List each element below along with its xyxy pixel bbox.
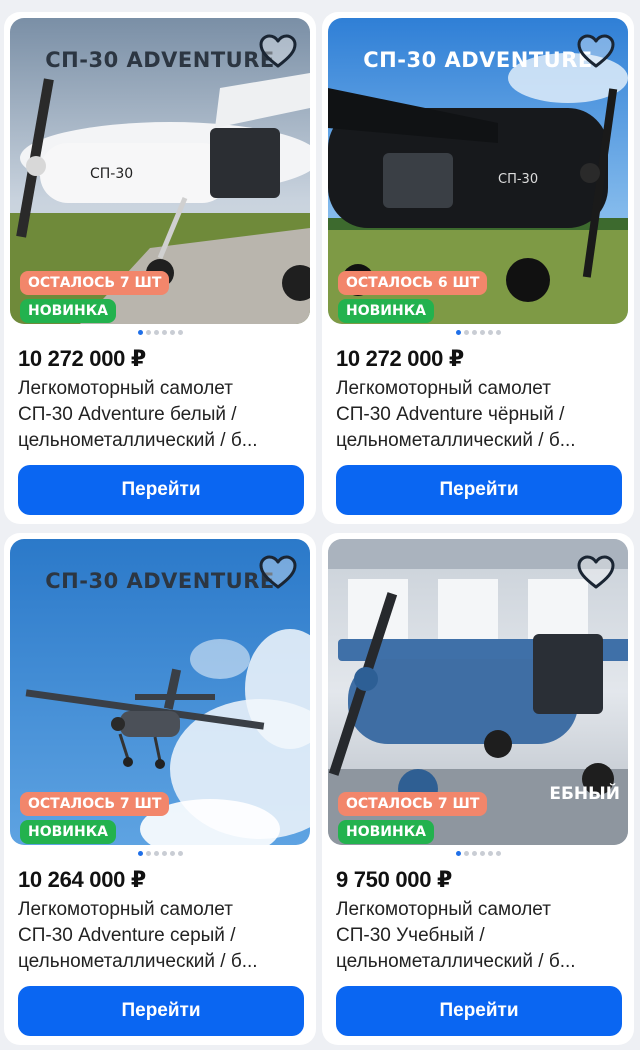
go-button[interactable]: Перейти: [336, 465, 622, 515]
svg-text:СП-30: СП-30: [498, 172, 538, 187]
carousel-dot: [177, 330, 183, 335]
carousel-dot: [463, 851, 469, 856]
go-button[interactable]: Перейти: [18, 986, 304, 1036]
stock-badge: ОСТАЛОСЬ 6 ШТ: [338, 271, 488, 295]
product-photo[interactable]: ЕБНЫЙ ОСТАЛОСЬ 7 ШТ НОВИНКА: [328, 539, 628, 845]
product-card[interactable]: СП-30 СП-30 ADVENTURE ОСТАЛОСЬ 7 ШТ НОВИ…: [4, 12, 316, 524]
product-title[interactable]: Легкомоторный самолет СП-30 Adventure се…: [18, 897, 308, 975]
heart-outline-icon: [577, 34, 615, 68]
product-title[interactable]: Легкомоторный самолет СП-30 Adventure чё…: [336, 376, 626, 454]
carousel-dot: [161, 851, 167, 856]
carousel-dot-active: [455, 330, 461, 335]
product-title-line: СП-30 Adventure чёрный /: [336, 404, 565, 425]
product-card[interactable]: СП-30 СП-30 ADVENTURE ОСТАЛОСЬ 6 ШТ НОВИ…: [322, 12, 634, 524]
product-title-line: Легкомоторный самолет: [18, 899, 233, 920]
product-title-line: цельнометаллический / б...: [18, 951, 258, 972]
carousel-dot: [161, 330, 167, 335]
carousel-dot: [169, 330, 175, 335]
favorite-button[interactable]: [576, 32, 616, 72]
product-photo[interactable]: СП-30 СП-30 ADVENTURE ОСТАЛОСЬ 6 ШТ НОВИ…: [328, 18, 628, 324]
svg-text:СП-30: СП-30: [90, 166, 133, 182]
carousel-dot: [169, 851, 175, 856]
product-photo[interactable]: СП-30 СП-30 ADVENTURE ОСТАЛОСЬ 7 ШТ НОВИ…: [10, 18, 310, 324]
product-grid: СП-30 СП-30 ADVENTURE ОСТАЛОСЬ 7 ШТ НОВИ…: [0, 0, 640, 1050]
carousel-dots: [4, 330, 316, 335]
carousel-dot: [479, 851, 485, 856]
favorite-button[interactable]: [258, 32, 298, 72]
product-title-line: цельнометаллический / б...: [18, 430, 258, 451]
product-title-line: Легкомоторный самолет: [18, 378, 233, 399]
carousel-dot-active: [455, 851, 461, 856]
carousel-dot: [487, 330, 493, 335]
stock-badge: ОСТАЛОСЬ 7 ШТ: [20, 792, 170, 816]
product-title-line: СП-30 Adventure серый /: [18, 925, 236, 946]
product-title-line: СП-30 Adventure белый /: [18, 404, 237, 425]
product-card[interactable]: ЕБНЫЙ ОСТАЛОСЬ 7 ШТ НОВИНКА 9 750 000 ₽ …: [322, 533, 634, 1045]
product-title[interactable]: Легкомоторный самолет СП-30 Adventure бе…: [18, 376, 308, 454]
heart-outline-icon: [259, 34, 297, 68]
carousel-dot: [479, 330, 485, 335]
carousel-dot: [471, 330, 477, 335]
product-title-line: Легкомоторный самолет: [336, 378, 551, 399]
carousel-dot-active: [137, 851, 143, 856]
product-price: 9 750 000 ₽: [336, 867, 452, 892]
product-title[interactable]: Легкомоторный самолет СП-30 Учебный / це…: [336, 897, 626, 975]
carousel-dot: [471, 851, 477, 856]
carousel-dots: [4, 851, 316, 856]
carousel-dots: [322, 851, 634, 856]
new-badge: НОВИНКА: [338, 299, 435, 323]
carousel-dot-active: [137, 330, 143, 335]
carousel-dot: [145, 851, 151, 856]
new-badge: НОВИНКА: [338, 820, 435, 844]
carousel-dot: [145, 330, 151, 335]
product-title-line: цельнометаллический / б...: [336, 430, 576, 451]
heart-outline-icon: [577, 555, 615, 589]
product-price: 10 272 000 ₽: [18, 346, 146, 371]
product-photo[interactable]: СП-30 ADVENTURE ОСТАЛОСЬ 7 ШТ НОВИНКА: [10, 539, 310, 845]
go-button[interactable]: Перейти: [336, 986, 622, 1036]
favorite-button[interactable]: [258, 553, 298, 593]
carousel-dot: [487, 851, 493, 856]
photo-subtitle: ЕБНЫЙ: [549, 784, 620, 804]
carousel-dot: [495, 851, 501, 856]
new-badge: НОВИНКА: [20, 820, 117, 844]
product-title-line: цельнометаллический / б...: [336, 951, 576, 972]
carousel-dot: [463, 330, 469, 335]
product-price: 10 272 000 ₽: [336, 346, 464, 371]
carousel-dot: [177, 851, 183, 856]
stock-badge: ОСТАЛОСЬ 7 ШТ: [20, 271, 170, 295]
favorite-button[interactable]: [576, 553, 616, 593]
product-price: 10 264 000 ₽: [18, 867, 146, 892]
carousel-dot: [153, 851, 159, 856]
new-badge: НОВИНКА: [20, 299, 117, 323]
product-card[interactable]: СП-30 ADVENTURE ОСТАЛОСЬ 7 ШТ НОВИНКА 10…: [4, 533, 316, 1045]
carousel-dot: [153, 330, 159, 335]
go-button[interactable]: Перейти: [18, 465, 304, 515]
product-title-line: Легкомоторный самолет: [336, 899, 551, 920]
carousel-dot: [495, 330, 501, 335]
carousel-dots: [322, 330, 634, 335]
heart-outline-icon: [259, 555, 297, 589]
product-title-line: СП-30 Учебный /: [336, 925, 485, 946]
stock-badge: ОСТАЛОСЬ 7 ШТ: [338, 792, 488, 816]
